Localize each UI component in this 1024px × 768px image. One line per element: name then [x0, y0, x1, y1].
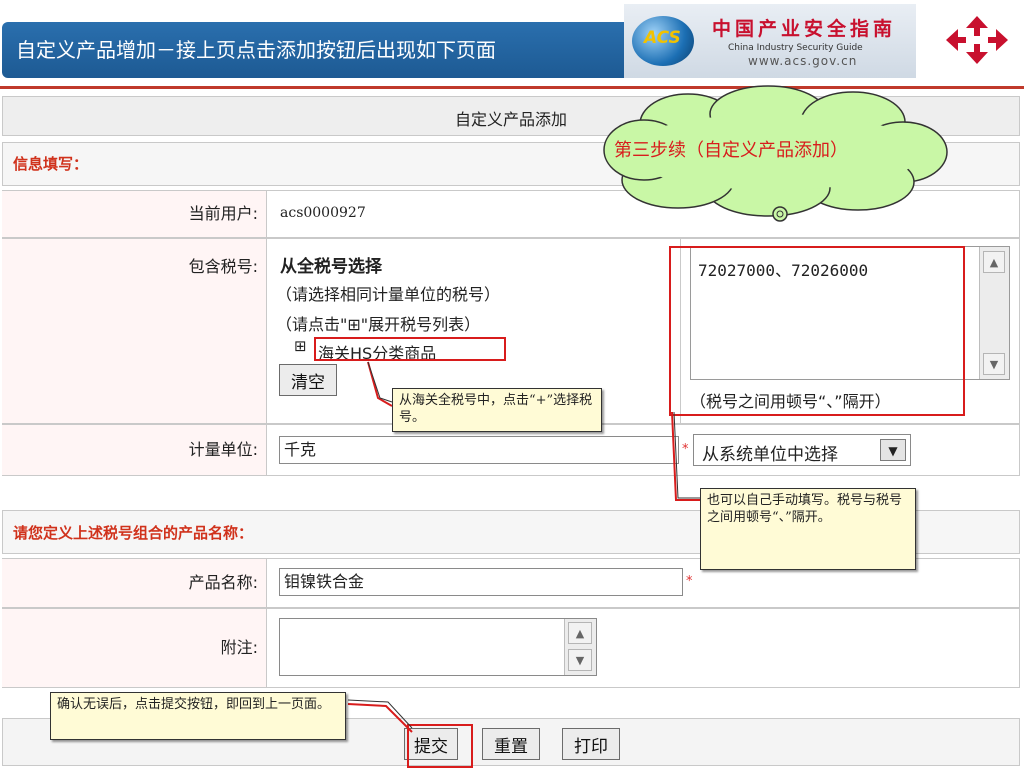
product-name-input[interactable]: 钼镍铁合金 [279, 568, 683, 596]
manual-entry-note: 也可以自己手动填写。税号与税号之间用顿号“、”隔开。 [700, 488, 916, 570]
textarea-highlight [669, 246, 965, 416]
required-mark: * [682, 442, 689, 457]
hs-tree-highlight [314, 337, 506, 361]
emblem-icon [946, 16, 1008, 64]
hint-same-unit: （请选择相同计量单位的税号） [276, 285, 501, 304]
required-mark: * [686, 574, 693, 589]
cloud-step-text: 第三步续（自定义产品添加） [614, 140, 848, 161]
hs-note: 从海关全税号中，点击“+”选择税号。 [392, 388, 602, 432]
unit-select-value: 从系统单位中选择 [702, 445, 838, 465]
tree-expand-icon[interactable]: ⊞ [294, 337, 307, 355]
chevron-down-icon[interactable]: ▼ [880, 439, 906, 461]
remark-textarea[interactable]: ▲ ▼ [279, 618, 597, 676]
submit-highlight [407, 724, 473, 768]
scroll-up-icon[interactable]: ▲ [568, 622, 592, 644]
unit-input[interactable]: 千克 [279, 436, 679, 464]
product-name-label: 产品名称: [2, 559, 267, 607]
unit-select[interactable]: 从系统单位中选择 ▼ [693, 434, 911, 466]
clear-button[interactable]: 清空 [279, 364, 337, 396]
current-user-label: 当前用户: [2, 191, 267, 237]
submit-note: 确认无误后，点击提交按钮，即回到上一页面。 [50, 692, 346, 740]
site-name-en: China Industry Security Guide [728, 43, 863, 53]
print-button[interactable]: 打印 [562, 728, 620, 760]
unit-label: 计量单位: [2, 425, 267, 475]
tax-codes-label: 包含税号: [2, 239, 267, 423]
acs-logo-text: ACS [644, 28, 681, 48]
hint-expand: （请点击"⊞"展开税号列表） [276, 315, 481, 334]
scroll-down-icon[interactable]: ▼ [983, 353, 1005, 375]
select-all-heading: 从全税号选择 [280, 257, 382, 277]
site-url: www.acs.gov.cn [748, 54, 858, 68]
remark-label: 附注: [2, 609, 267, 687]
scroll-down-icon[interactable]: ▼ [568, 649, 592, 671]
site-name-cn: 中国产业安全指南 [712, 18, 897, 40]
current-user-value: acs0000927 [280, 205, 366, 221]
slide-title: 自定义产品增加－接上页点击添加按钮后出现如下页面 [2, 22, 636, 78]
scroll-up-icon[interactable]: ▲ [983, 251, 1005, 273]
reset-button[interactable]: 重置 [482, 728, 540, 760]
